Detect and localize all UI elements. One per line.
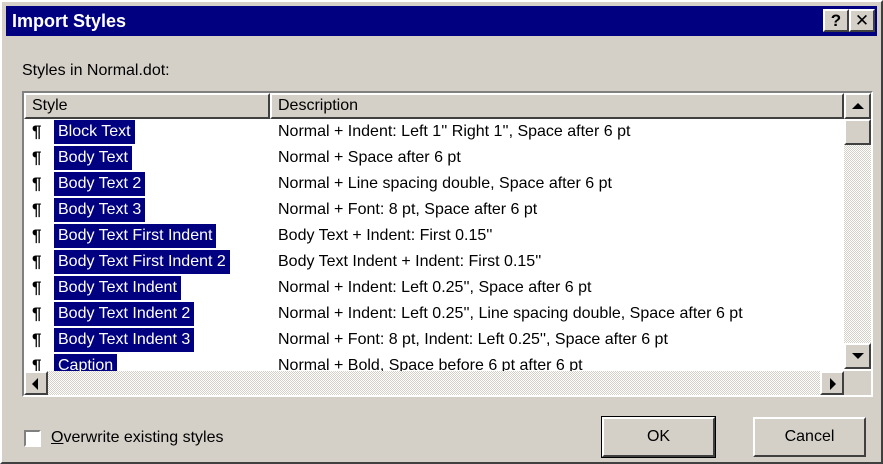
list-item[interactable]: ¶ Caption Normal + Bold, Space before 6 pt… <box>24 353 844 371</box>
cancel-button[interactable]: Cancel <box>753 417 866 457</box>
import-styles-dialog: Import Styles ? ✕ Styles in Normal.dot: … <box>0 0 883 464</box>
overwrite-checkbox[interactable] <box>24 430 41 447</box>
arrow-up-icon <box>852 103 864 109</box>
style-name[interactable]: Body Text First Indent 2 <box>54 250 230 274</box>
style-description: Normal + Bold, Space before 6 pt after 6… <box>278 357 583 371</box>
arrow-down-icon <box>852 353 864 359</box>
style-description: Normal + Font: 8 pt, Indent: Left 0.25''… <box>278 331 668 348</box>
paragraph-style-icon: ¶ <box>32 174 42 193</box>
paragraph-style-icon: ¶ <box>32 278 42 297</box>
horizontal-scrollbar[interactable] <box>24 371 844 395</box>
scroll-up-button[interactable] <box>844 93 871 119</box>
style-name[interactable]: Body Text Indent 2 <box>54 302 195 326</box>
list-item[interactable]: ¶ Body Text 3 Normal + Font: 8 pt, Space a… <box>24 197 844 223</box>
dialog-title: Import Styles <box>12 11 127 31</box>
paragraph-style-icon: ¶ <box>32 330 42 349</box>
paragraph-style-icon: ¶ <box>32 122 42 141</box>
paragraph-style-icon: ¶ <box>32 148 42 167</box>
list-header: Style Description <box>24 93 844 119</box>
style-description: Normal + Indent: Left 1'' Right 1'', Spa… <box>278 123 631 140</box>
list-item[interactable]: ¶ Block Text Normal + Indent: Left 1'' Rig… <box>24 119 844 145</box>
paragraph-style-icon: ¶ <box>32 252 42 271</box>
list-item[interactable]: ¶ Body Text Indent 2 Normal + Indent: Left… <box>24 301 844 327</box>
ok-button[interactable]: OK <box>601 416 716 458</box>
style-name[interactable]: Body Text Indent 3 <box>54 328 195 352</box>
style-name[interactable]: Body Text 3 <box>54 198 146 222</box>
style-name[interactable]: Body Text 2 <box>54 172 146 196</box>
overwrite-label[interactable]: Overwrite existing styles <box>51 429 224 447</box>
list-item[interactable]: ¶ Body Text Normal + Space after 6 pt <box>24 145 844 171</box>
vertical-scrollbar[interactable] <box>844 93 871 369</box>
paragraph-style-icon: ¶ <box>32 304 42 323</box>
paragraph-style-icon: ¶ <box>32 200 42 219</box>
list-item[interactable]: ¶ Body Text First Indent 2 Body Text Inden… <box>24 249 844 275</box>
scroll-right-button[interactable] <box>820 371 844 395</box>
style-description: Normal + Line spacing double, Space afte… <box>278 175 612 192</box>
column-header-style[interactable]: Style <box>24 93 270 119</box>
style-description: Normal + Indent: Left 0.25'', Line spaci… <box>278 305 743 322</box>
title-bar[interactable]: Import Styles ? ✕ <box>6 6 877 36</box>
column-header-description[interactable]: Description <box>270 93 844 119</box>
list-rows: ¶ Block Text Normal + Indent: Left 1'' Rig… <box>24 119 844 371</box>
style-description: Normal + Space after 6 pt <box>278 149 461 166</box>
scroll-down-button[interactable] <box>844 343 871 369</box>
vertical-scroll-thumb[interactable] <box>844 119 871 145</box>
scroll-left-button[interactable] <box>24 371 48 395</box>
styles-list-label: Styles in Normal.dot: <box>22 62 170 79</box>
help-button[interactable]: ? <box>823 9 849 32</box>
style-description: Body Text Indent + Indent: First 0.15'' <box>278 253 542 270</box>
list-item[interactable]: ¶ Body Text Indent 3 Normal + Font: 8 pt, … <box>24 327 844 353</box>
arrow-right-icon <box>830 378 836 390</box>
style-name[interactable]: Block Text <box>54 120 135 144</box>
style-name[interactable]: Body Text <box>54 146 132 170</box>
styles-list[interactable]: Style Description ¶ Block Text Normal + In… <box>22 91 873 397</box>
style-description: Body Text + Indent: First 0.15'' <box>278 227 493 244</box>
list-item[interactable]: ¶ Body Text Indent Normal + Indent: Left 0… <box>24 275 844 301</box>
paragraph-style-icon: ¶ <box>32 226 42 245</box>
style-name[interactable]: Caption <box>54 354 118 371</box>
style-description: Normal + Indent: Left 0.25'', Space afte… <box>278 279 592 296</box>
arrow-left-icon <box>32 378 38 390</box>
scrollbar-corner <box>844 371 871 395</box>
style-name[interactable]: Body Text Indent <box>54 276 181 300</box>
paragraph-style-icon: ¶ <box>32 356 42 371</box>
close-button[interactable]: ✕ <box>849 9 875 32</box>
style-name[interactable]: Body Text First Indent <box>54 224 217 248</box>
style-description: Normal + Font: 8 pt, Space after 6 pt <box>278 201 538 218</box>
list-item[interactable]: ¶ Body Text 2 Normal + Line spacing double… <box>24 171 844 197</box>
list-item[interactable]: ¶ Body Text First Indent Body Text + Inden… <box>24 223 844 249</box>
